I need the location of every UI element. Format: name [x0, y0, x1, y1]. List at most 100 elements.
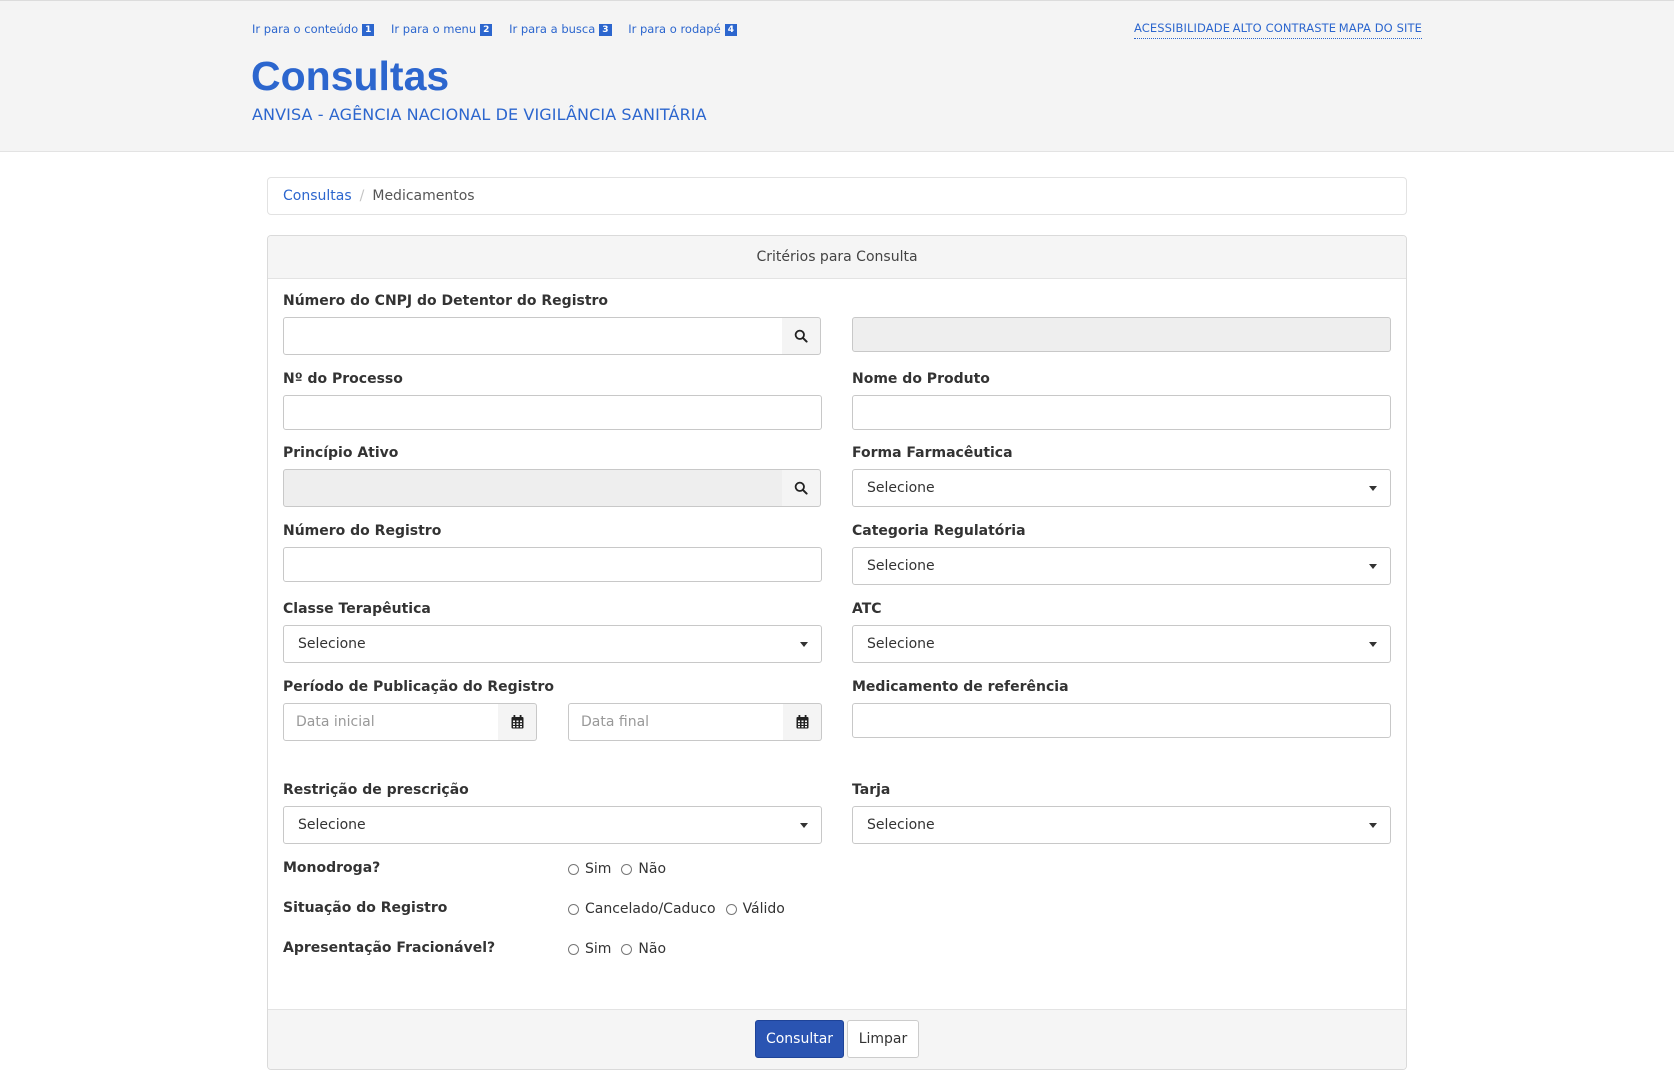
situacao-option-valido[interactable]: Válido [725, 901, 785, 917]
forma-farmaceutica-select[interactable]: Selecione [852, 469, 1391, 507]
fracionavel-option-nao[interactable]: Não [621, 941, 666, 957]
radio-circle-icon[interactable] [621, 943, 633, 955]
select-value: Selecione [867, 636, 935, 652]
monodroga-option-sim[interactable]: Sim [568, 861, 611, 877]
skip-link-search[interactable]: Ir para a busca 3 [509, 22, 612, 36]
monodroga-label: Monodroga? [283, 860, 381, 876]
radio-label: Sim [585, 861, 612, 877]
data-inicial-calendar-button[interactable] [498, 703, 537, 741]
situacao-registro-radio-group: Cancelado/Caduco Válido [568, 901, 795, 917]
breadcrumb-separator: / [359, 188, 365, 204]
radio-label: Válido [742, 901, 785, 917]
search-icon [794, 329, 808, 343]
panel-footer: Consultar Limpar [268, 1009, 1406, 1069]
situacao-registro-label: Situação do Registro [283, 900, 448, 916]
restricao-prescricao-label: Restrição de prescrição [283, 782, 469, 798]
radio-label: Não [638, 861, 667, 877]
monodroga-option-nao[interactable]: Não [621, 861, 666, 877]
radio-circle-icon[interactable] [568, 903, 579, 915]
breadcrumb: Consultas / Medicamentos [267, 177, 1407, 215]
high-contrast-link[interactable]: ALTO CONTRASTE [1233, 21, 1337, 35]
tarja-label: Tarja [852, 782, 891, 798]
radio-label: Sim [585, 941, 612, 957]
nome-produto-label: Nome do Produto [852, 371, 990, 387]
periodo-label: Período de Publicação do Registro [283, 679, 554, 695]
select-value: Selecione [867, 480, 935, 496]
skip-link-footer[interactable]: Ir para o rodapé 4 [628, 22, 737, 36]
site-subtitle: ANVISA - AGÊNCIA NACIONAL DE VIGILÂNCIA … [252, 105, 707, 124]
restricao-prescricao-select[interactable]: Selecione [283, 806, 822, 844]
accessibility-link[interactable]: ACESSIBILIDADE [1134, 21, 1230, 35]
skip-link-number: 1 [362, 24, 375, 36]
breadcrumb-current: Medicamentos [372, 188, 475, 204]
radio-circle-icon[interactable] [725, 903, 737, 915]
apresentacao-fracionavel-radio-group: Sim Não [568, 941, 676, 957]
radio-circle-icon[interactable] [568, 943, 579, 955]
numero-registro-input[interactable] [283, 547, 822, 582]
site-header: Ir para o conteúdo 1 Ir para o menu 2 Ir p… [0, 0, 1674, 152]
cnpj-label: Número do CNPJ do Detentor do Registro [283, 293, 609, 309]
classe-terapeutica-label: Classe Terapêutica [283, 601, 431, 617]
radio-label: Não [638, 941, 667, 957]
radio-circle-icon[interactable] [621, 863, 633, 875]
categoria-regulatoria-label: Categoria Regulatória [852, 523, 1026, 539]
skip-link-number: 2 [480, 24, 493, 36]
panel-heading: Critérios para Consulta [268, 236, 1406, 279]
skip-link-content[interactable]: Ir para o conteúdo 1 [252, 22, 375, 36]
principio-ativo-input[interactable] [283, 469, 783, 507]
caret-down-icon [1369, 486, 1377, 491]
site-title[interactable]: Consultas [251, 53, 449, 100]
processo-input[interactable] [283, 395, 822, 430]
principio-ativo-search-button[interactable] [782, 469, 821, 507]
atc-label: ATC [852, 601, 882, 617]
atc-select[interactable]: Selecione [852, 625, 1391, 663]
skip-link-number: 3 [599, 24, 612, 36]
cnpj-holder-name-field [852, 317, 1391, 352]
sitemap-link[interactable]: MAPA DO SITE [1339, 21, 1422, 35]
caret-down-icon [1369, 642, 1377, 647]
radio-label: Cancelado/Caduco [585, 901, 716, 917]
data-final-input[interactable] [568, 703, 784, 741]
medicamento-referencia-label: Medicamento de referência [852, 679, 1069, 695]
fracionavel-option-sim[interactable]: Sim [568, 941, 611, 957]
caret-down-icon [800, 642, 808, 647]
principio-ativo-label: Princípio Ativo [283, 445, 399, 461]
processo-label: Nº do Processo [283, 371, 403, 387]
skip-link-label: Ir para o rodapé [628, 22, 721, 36]
consultar-button[interactable]: Consultar [755, 1020, 844, 1058]
monodroga-radio-group: Sim Não [568, 861, 676, 877]
caret-down-icon [800, 823, 808, 828]
forma-farmaceutica-label: Forma Farmacêutica [852, 445, 1013, 461]
calendar-icon [511, 715, 524, 729]
categoria-regulatoria-select[interactable]: Selecione [852, 547, 1391, 585]
cnpj-input[interactable] [283, 317, 783, 355]
caret-down-icon [1369, 823, 1377, 828]
search-criteria-panel: Critérios para Consulta Número do CNPJ d… [267, 235, 1407, 1070]
skip-links: Ir para o conteúdo 1 Ir para o menu 2 Ir p… [252, 22, 750, 36]
skip-link-label: Ir para o conteúdo [252, 22, 359, 36]
limpar-button[interactable]: Limpar [847, 1020, 919, 1058]
select-value: Selecione [298, 636, 366, 652]
tarja-select[interactable]: Selecione [852, 806, 1391, 844]
medicamento-referencia-input[interactable] [852, 703, 1391, 738]
skip-link-label: Ir para a busca [509, 22, 596, 36]
select-value: Selecione [298, 817, 366, 833]
radio-circle-icon[interactable] [568, 863, 579, 875]
skip-link-label: Ir para o menu [391, 22, 477, 36]
data-inicial-input[interactable] [283, 703, 499, 741]
search-icon [794, 481, 808, 495]
calendar-icon [796, 715, 809, 729]
select-value: Selecione [867, 817, 935, 833]
top-links: ACESSIBILIDADE ALTO CONTRASTE MAPA DO SI… [1134, 21, 1422, 39]
numero-registro-label: Número do Registro [283, 523, 442, 539]
skip-link-menu[interactable]: Ir para o menu 2 [391, 22, 493, 36]
situacao-option-cancelado[interactable]: Cancelado/Caduco [568, 901, 716, 917]
cnpj-search-button[interactable] [782, 317, 821, 355]
nome-produto-input[interactable] [852, 395, 1391, 430]
breadcrumb-consultas-link[interactable]: Consultas [283, 188, 352, 204]
classe-terapeutica-select[interactable]: Selecione [283, 625, 822, 663]
apresentacao-fracionavel-label: Apresentação Fracionável? [283, 940, 496, 956]
data-final-calendar-button[interactable] [783, 703, 822, 741]
caret-down-icon [1369, 564, 1377, 569]
select-value: Selecione [867, 558, 935, 574]
